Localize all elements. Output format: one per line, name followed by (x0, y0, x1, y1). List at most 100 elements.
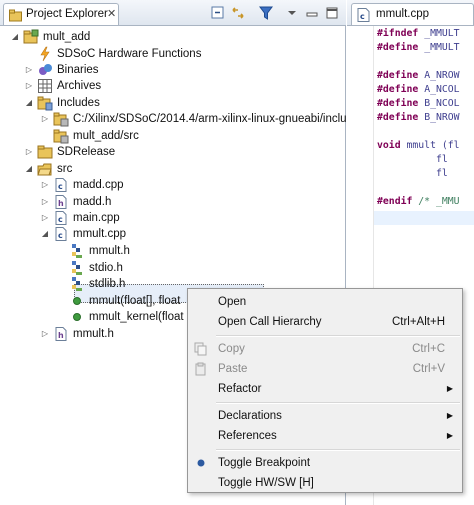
tree-item-label: mmult_kernel(float (89, 311, 184, 323)
menu-item-refactor[interactable]: Refactor ▶ (188, 379, 462, 399)
paste-icon (194, 362, 208, 376)
context-menu: Open Open Call Hierarchy Ctrl+Alt+H Copy Ctr… (187, 288, 463, 493)
menu-item-copy[interactable]: Copy Ctrl+C (188, 339, 462, 359)
tree-item[interactable]: ▷ Archives (24, 77, 320, 95)
menu-item-references[interactable]: References ▶ (188, 426, 462, 446)
copy-icon (194, 342, 208, 356)
tree-item[interactable]: ◢ mult_add (10, 28, 320, 46)
includes-icon (37, 95, 53, 111)
include-path-icon (53, 111, 69, 127)
tree-item[interactable]: ▷ c madd.cpp (40, 176, 320, 194)
menu-item-toggle-breakpoint[interactable]: Toggle Breakpoint (188, 453, 462, 473)
archives-icon (37, 78, 53, 94)
include-directive-icon (69, 243, 85, 259)
source-folder-icon (37, 161, 53, 177)
submenu-arrow-icon: ▶ (446, 431, 453, 440)
menu-item-declarations[interactable]: Declarations ▶ (188, 406, 462, 426)
code-text-rest: _MMULT (418, 28, 460, 39)
breakpoint-icon (194, 456, 208, 470)
menu-item-paste[interactable]: Paste Ctrl+V (188, 359, 462, 379)
tree-item[interactable]: mmult.h (56, 242, 320, 260)
code-line: fl (377, 153, 448, 167)
expanded-arrow-icon[interactable]: ◢ (10, 28, 20, 46)
svg-text:h: h (58, 331, 64, 340)
menu-item-label: Open (218, 296, 247, 308)
code-line: #define A_NCOL (377, 83, 460, 97)
code-line: #define B_NROW (377, 111, 460, 125)
menu-item-shortcut: Ctrl+Alt+H (391, 316, 445, 328)
code-keyword: #ifndef (377, 28, 419, 39)
svg-text:c: c (360, 12, 365, 21)
code-keyword: #define (377, 112, 419, 123)
code-text-rest: B_NCOL (418, 98, 460, 109)
minimize-icon[interactable] (304, 5, 320, 21)
maximize-icon[interactable] (324, 5, 340, 21)
menu-item-label: Open Call Hierarchy (218, 316, 322, 328)
code-text-rest: fl (377, 168, 448, 179)
svg-text:c: c (58, 231, 63, 240)
header-file-icon: h (53, 326, 69, 342)
menu-item-label: Copy (218, 343, 245, 355)
collapsed-arrow-icon[interactable]: ▷ (40, 325, 50, 343)
filter-icon[interactable] (258, 5, 274, 21)
view-menu-icon[interactable] (284, 5, 300, 21)
tree-item-label: SDRelease (57, 146, 116, 158)
menu-separator (216, 335, 460, 337)
code-text-rest: mmult (fl (400, 140, 460, 151)
menu-separator (216, 402, 460, 404)
link-with-editor-icon[interactable] (230, 5, 246, 21)
menu-separator (216, 449, 460, 451)
project-folder-icon (23, 29, 39, 45)
collapsed-arrow-icon[interactable]: ▷ (24, 143, 34, 161)
menu-item-label: Paste (218, 363, 248, 375)
code-text-rest: A_NROW (418, 70, 460, 81)
code-text-rest: _MMULT (418, 42, 460, 53)
code-line: fl (377, 167, 448, 181)
project-explorer-tabbar: Project Explorer ✕ (0, 0, 346, 26)
header-file-icon: h (53, 194, 69, 210)
tree-item[interactable]: ▷ SDRelease (24, 143, 320, 161)
current-line-highlight (374, 211, 474, 225)
editor-tab-label: mmult.cpp (376, 8, 430, 20)
tree-item[interactable]: ▷ C:/Xilinx/SDSoC/2014.4/arm-xilinx-linux… (40, 110, 352, 128)
menu-item-toggle-hw-sw-h[interactable]: Toggle HW/SW [H] (188, 473, 462, 493)
code-keyword: void (377, 140, 401, 151)
code-text-rest: A_NCOL (418, 84, 460, 95)
menu-item-open[interactable]: Open (188, 292, 462, 312)
tree-item-label: mmult.h (89, 245, 130, 257)
collapsed-arrow-icon[interactable]: ▷ (40, 110, 50, 128)
code-line: #ifndef _MMULT (377, 27, 460, 41)
close-icon[interactable]: ✕ (107, 7, 116, 20)
submenu-arrow-icon: ▶ (446, 411, 453, 420)
folder-icon (37, 144, 53, 160)
menu-item-open-call-hierarchy[interactable]: Open Call Hierarchy Ctrl+Alt+H (188, 312, 462, 332)
expanded-arrow-icon[interactable]: ◢ (40, 225, 50, 243)
expanded-arrow-icon[interactable]: ◢ (24, 94, 34, 112)
expanded-arrow-icon[interactable]: ◢ (24, 160, 34, 178)
tree-item-label: mult_add (43, 31, 91, 43)
cpp-file-icon: c (53, 210, 69, 226)
code-keyword: #define (377, 98, 419, 109)
collapsed-arrow-icon[interactable]: ▷ (40, 176, 50, 194)
code-line: #define A_NROW (377, 69, 460, 83)
tree-item-label: C:/Xilinx/SDSoC/2014.4/arm-xilinx-linux-… (73, 113, 353, 125)
code-text-rest: /* _MMU (412, 196, 460, 207)
binaries-icon (37, 62, 53, 78)
collapse-all-icon[interactable] (210, 5, 226, 21)
code-line: #define _MMULT (377, 41, 460, 55)
svg-text:c: c (58, 182, 63, 191)
tree-item-label: mmult.h (73, 328, 114, 340)
tree-item-label: Archives (57, 80, 102, 92)
hardware-function-icon (37, 46, 53, 62)
project-explorer-tab[interactable]: Project Explorer ✕ (3, 3, 119, 25)
include-directive-icon (69, 276, 85, 292)
code-keyword: #define (377, 42, 419, 53)
editor-tab-mmult-cpp[interactable]: c mmult.cpp (351, 3, 474, 25)
project-explorer-icon (9, 9, 22, 25)
tree-item[interactable]: ◢ c mmult.cpp (40, 225, 320, 243)
code-keyword: #define (377, 84, 419, 95)
collapsed-arrow-icon[interactable]: ▷ (24, 77, 34, 95)
function-icon (69, 309, 85, 325)
submenu-arrow-icon: ▶ (446, 384, 453, 393)
svg-text:c: c (58, 215, 63, 224)
